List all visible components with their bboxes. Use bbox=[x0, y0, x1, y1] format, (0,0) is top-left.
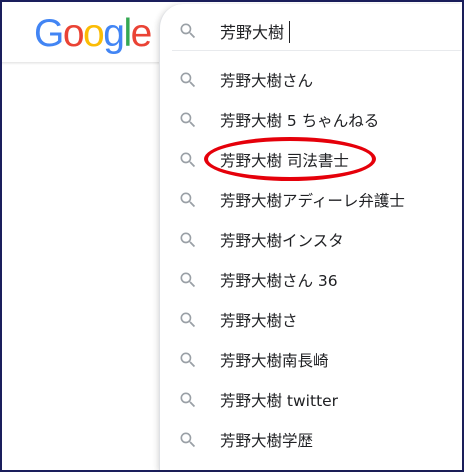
suggestion-label: 芳野大樹さ bbox=[220, 312, 298, 330]
suggestion-item[interactable]: 芳野大樹 twitter bbox=[160, 380, 463, 420]
search-icon bbox=[178, 310, 198, 330]
search-icon bbox=[178, 150, 198, 170]
suggestion-label: 芳野大樹学歴 bbox=[220, 432, 314, 450]
suggestion-item[interactable]: 芳野大樹学歴 bbox=[160, 420, 463, 460]
search-icon bbox=[178, 230, 198, 250]
suggestion-item[interactable]: 芳野大樹さ bbox=[160, 300, 463, 340]
suggestion-label: 芳野大樹 twitter bbox=[220, 392, 339, 410]
search-divider bbox=[172, 50, 461, 51]
suggestion-item[interactable]: 芳野大樹さん bbox=[160, 60, 463, 100]
search-icon bbox=[178, 350, 198, 370]
suggestion-label: 芳野大樹 司法書士 bbox=[220, 152, 349, 170]
logo-letter: l bbox=[123, 12, 132, 55]
search-icon bbox=[178, 190, 198, 210]
logo-letter: g bbox=[103, 12, 125, 55]
search-icon bbox=[178, 110, 198, 130]
search-icon bbox=[178, 390, 198, 410]
suggestion-item[interactable]: 芳野大樹南長崎 bbox=[160, 340, 463, 380]
suggestion-label: 芳野大樹インスタ bbox=[220, 232, 344, 250]
text-caret bbox=[289, 21, 290, 43]
suggestion-item[interactable]: 芳野大樹インスタ bbox=[160, 220, 463, 260]
logo-letter: e bbox=[130, 12, 153, 55]
suggestion-label: 芳野大樹さん 36 bbox=[220, 272, 338, 290]
search-icon[interactable] bbox=[178, 21, 198, 41]
suggestion-item[interactable]: 芳野大樹 司法書士 bbox=[160, 140, 463, 180]
suggestion-label: 芳野大樹アディーレ弁護士 bbox=[220, 192, 405, 210]
search-input[interactable] bbox=[220, 18, 450, 44]
header-shadow bbox=[2, 62, 162, 65]
logo-letter: o bbox=[83, 12, 105, 55]
suggestion-label: 芳野大樹南長崎 bbox=[220, 352, 329, 370]
suggestion-list: 芳野大樹さん芳野大樹 5 ちゃんねる 芳野大樹 司法書士芳野大樹アディーレ弁護士芳… bbox=[160, 60, 463, 460]
google-logo[interactable]: Google bbox=[34, 12, 153, 55]
logo-letter: G bbox=[34, 12, 64, 55]
logo-letter: o bbox=[62, 12, 85, 55]
suggestion-label: 芳野大樹 5 ちゃんねる bbox=[220, 112, 380, 130]
search-suggestion-panel: 芳野大樹さん芳野大樹 5 ちゃんねる芳野大樹 司法書士芳野大樹アディーレ弁護士芳… bbox=[159, 4, 462, 470]
search-icon bbox=[178, 270, 198, 290]
suggestion-item[interactable]: 芳野大樹アディーレ弁護士 bbox=[160, 180, 463, 220]
suggestion-item[interactable]: 芳野大樹さん 36 bbox=[160, 260, 463, 300]
search-box[interactable] bbox=[160, 4, 463, 50]
suggestion-item[interactable]: 芳野大樹 5 ちゃんねる bbox=[160, 100, 463, 140]
search-icon bbox=[178, 70, 198, 90]
suggestion-label: 芳野大樹さん bbox=[220, 72, 314, 90]
search-icon bbox=[178, 430, 198, 450]
